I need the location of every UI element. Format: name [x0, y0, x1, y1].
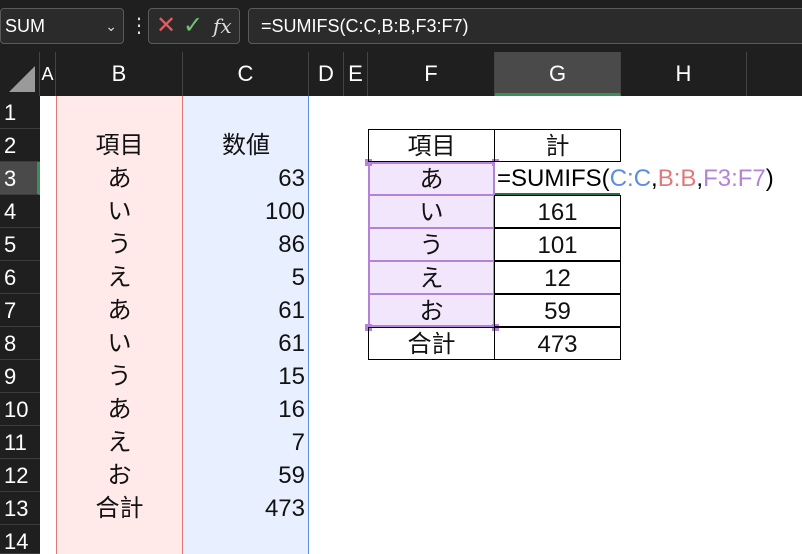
column-header-e[interactable]: E	[344, 52, 368, 96]
column-header-b[interactable]: B	[56, 52, 183, 96]
table2-total[interactable]: 12	[494, 261, 621, 294]
column-header-h[interactable]: H	[621, 52, 747, 96]
insert-function-icon[interactable]: fx	[213, 11, 232, 41]
column-header-d[interactable]: D	[309, 52, 344, 96]
column-header-f[interactable]: F	[368, 52, 495, 96]
row-header-11[interactable]: 11	[0, 426, 40, 459]
chevron-down-icon[interactable]: ⌄	[105, 9, 117, 43]
row-header-10[interactable]: 10	[0, 393, 40, 426]
formula-input[interactable]: =SUMIFS(C:C,B:B,F3:F7)	[248, 8, 802, 44]
table1-total-label[interactable]: 合計	[56, 492, 183, 525]
formula-ref-b: B:B	[657, 165, 697, 192]
formula-ref-c: C:C	[609, 165, 652, 192]
table1-value[interactable]: 7	[183, 426, 309, 459]
row-header-1[interactable]: 1	[0, 96, 40, 129]
table1-total-value[interactable]: 473	[183, 492, 309, 525]
table2-total[interactable]: 101	[494, 228, 621, 261]
table1-item[interactable]: い	[56, 327, 183, 360]
column-header-g[interactable]: G	[495, 52, 621, 96]
row-header-7[interactable]: 7	[0, 294, 40, 327]
formula-prefix: =SUMIFS(	[497, 165, 610, 192]
column-header-a[interactable]: A	[40, 52, 56, 96]
column-headers: A B C D E F G H	[0, 52, 802, 96]
table1-item[interactable]: う	[56, 360, 183, 393]
cell-g2[interactable]: 計	[494, 129, 621, 162]
table1-value[interactable]: 100	[183, 195, 309, 228]
name-box-value: SUM	[5, 16, 45, 36]
table1-item[interactable]: あ	[56, 162, 183, 195]
more-options-icon[interactable]: ⋮	[129, 12, 149, 40]
formula-buttons: ✕ ✓ fx	[148, 8, 240, 44]
select-all-button[interactable]	[0, 52, 40, 96]
cell-f2[interactable]: 項目	[368, 129, 495, 162]
table1-value[interactable]: 61	[183, 294, 309, 327]
table2-item[interactable]: あ	[368, 162, 495, 195]
table2-item[interactable]: お	[368, 294, 495, 327]
cell-b2[interactable]: 項目	[56, 129, 183, 162]
table1-item[interactable]: あ	[56, 393, 183, 426]
table1-item[interactable]: え	[56, 261, 183, 294]
row-header-14[interactable]: 14	[0, 525, 40, 554]
cell-c2[interactable]: 数値	[183, 129, 309, 162]
formula-ref-f: F3:F7	[703, 165, 766, 192]
formula-bar: SUM ⌄ ⋮ ✕ ✓ fx =SUMIFS(C:C,B:B,F3:F7)	[0, 0, 802, 52]
table1-value[interactable]: 86	[183, 228, 309, 261]
active-cell-g3[interactable]: =SUMIFS(C:C,B:B,F3:F7)	[495, 162, 774, 195]
row-header-12[interactable]: 12	[0, 459, 40, 492]
row-header-13[interactable]: 13	[0, 492, 40, 525]
table1-value[interactable]: 16	[183, 393, 309, 426]
table1-value[interactable]: 63	[183, 162, 309, 195]
table2-total-label[interactable]: 合計	[368, 327, 495, 360]
row-header-6[interactable]: 6	[0, 261, 40, 294]
table1-item[interactable]: え	[56, 426, 183, 459]
table2-total-value[interactable]: 473	[494, 327, 621, 360]
table1-item[interactable]: あ	[56, 294, 183, 327]
enter-icon[interactable]: ✓	[183, 11, 203, 41]
table2-total[interactable]: 59	[494, 294, 621, 327]
table1-item[interactable]: う	[56, 228, 183, 261]
row-header-4[interactable]: 4	[0, 195, 40, 228]
formula-sep: ,	[651, 165, 658, 192]
row-header-9[interactable]: 9	[0, 360, 40, 393]
select-all-icon	[9, 66, 35, 92]
table2-item[interactable]: い	[368, 195, 495, 228]
cell-grid[interactable]: 項目 数値 あ 63 い 100 う 86 え 5 あ 61 い 61 う 15…	[40, 96, 802, 554]
formula-suffix: )	[765, 165, 774, 192]
table1-item[interactable]: い	[56, 195, 183, 228]
table2-item[interactable]: う	[368, 228, 495, 261]
table1-value[interactable]: 15	[183, 360, 309, 393]
name-box[interactable]: SUM ⌄	[0, 8, 124, 44]
table1-value[interactable]: 61	[183, 327, 309, 360]
row-header-8[interactable]: 8	[0, 327, 40, 360]
row-header-2[interactable]: 2	[0, 129, 40, 162]
cancel-icon[interactable]: ✕	[156, 11, 176, 41]
row-header-3[interactable]: 3	[0, 162, 40, 195]
table2-item[interactable]: え	[368, 261, 495, 294]
table2-total[interactable]: 161	[494, 195, 621, 228]
table1-value[interactable]: 59	[183, 459, 309, 492]
table1-value[interactable]: 5	[183, 261, 309, 294]
column-header-c[interactable]: C	[183, 52, 309, 96]
row-header-5[interactable]: 5	[0, 228, 40, 261]
table1-item[interactable]: お	[56, 459, 183, 492]
